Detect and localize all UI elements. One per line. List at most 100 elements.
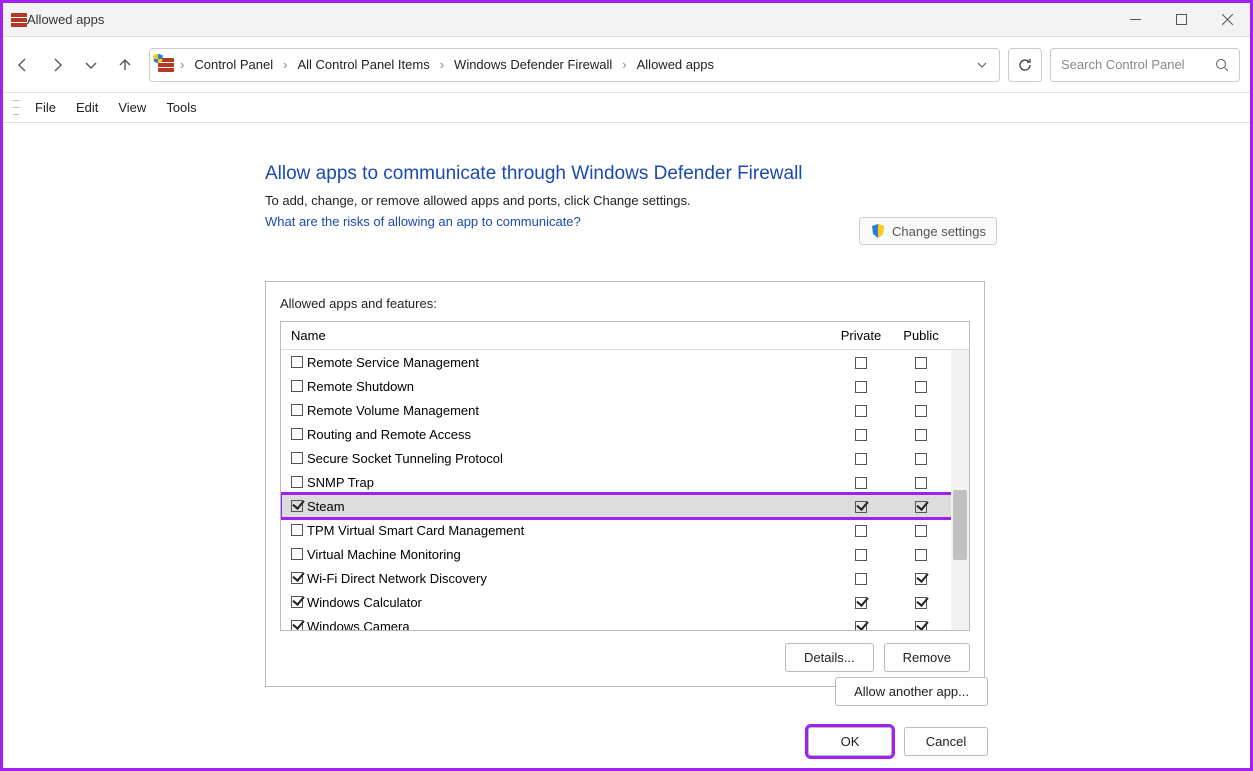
scrollbar[interactable] — [951, 350, 969, 630]
enable-checkbox[interactable] — [291, 548, 303, 560]
back-button[interactable] — [7, 49, 39, 81]
search-input[interactable]: Search Control Panel — [1050, 48, 1240, 82]
table-row[interactable]: Steam — [281, 494, 969, 518]
table-row[interactable]: Virtual Machine Monitoring — [281, 542, 969, 566]
private-checkbox[interactable] — [855, 405, 867, 417]
breadcrumb-icon — [158, 58, 174, 72]
column-public[interactable]: Public — [891, 328, 951, 343]
private-checkbox[interactable] — [855, 357, 867, 369]
public-checkbox[interactable] — [915, 549, 927, 561]
window-controls — [1112, 3, 1250, 36]
row-name: Remote Volume Management — [307, 403, 831, 418]
menu-bar: File Edit View Tools — [3, 93, 1250, 123]
chevron-down-icon[interactable] — [973, 59, 991, 71]
ok-button[interactable]: OK — [808, 727, 892, 756]
public-checkbox[interactable] — [915, 381, 927, 393]
allow-another-button[interactable]: Allow another app... — [835, 677, 988, 706]
public-checkbox[interactable] — [915, 525, 927, 537]
column-private[interactable]: Private — [831, 328, 891, 343]
private-checkbox[interactable] — [855, 597, 867, 609]
row-name: Windows Camera — [307, 619, 831, 631]
maximize-button[interactable] — [1158, 3, 1204, 36]
menu-view[interactable]: View — [110, 98, 154, 117]
navigation-bar: › Control Panel › All Control Panel Item… — [3, 37, 1250, 93]
details-button[interactable]: Details... — [785, 643, 874, 672]
enable-checkbox[interactable] — [291, 620, 303, 630]
enable-checkbox[interactable] — [291, 404, 303, 416]
table-row[interactable]: Remote Service Management — [281, 350, 969, 374]
private-checkbox[interactable] — [855, 429, 867, 441]
menu-file[interactable]: File — [27, 98, 64, 117]
row-name: Wi-Fi Direct Network Discovery — [307, 571, 831, 586]
enable-checkbox[interactable] — [291, 476, 303, 488]
refresh-button[interactable] — [1008, 48, 1042, 82]
public-checkbox[interactable] — [915, 573, 927, 585]
table-row[interactable]: Wi-Fi Direct Network Discovery — [281, 566, 969, 590]
groupbox-buttons: Details... Remove — [280, 643, 970, 672]
row-name: Routing and Remote Access — [307, 427, 831, 442]
public-checkbox[interactable] — [915, 429, 927, 441]
breadcrumb-item[interactable]: All Control Panel Items — [293, 55, 433, 74]
private-checkbox[interactable] — [855, 477, 867, 489]
table-row[interactable]: Secure Socket Tunneling Protocol — [281, 446, 969, 470]
list-header: Name Private Public — [281, 322, 969, 350]
row-name: Virtual Machine Monitoring — [307, 547, 831, 562]
public-checkbox[interactable] — [915, 453, 927, 465]
table-row[interactable]: TPM Virtual Smart Card Management — [281, 518, 969, 542]
enable-checkbox[interactable] — [291, 500, 303, 512]
table-row[interactable]: Remote Shutdown — [281, 374, 969, 398]
allowed-apps-groupbox: Allowed apps and features: Name Private … — [265, 281, 985, 687]
breadcrumb[interactable]: › Control Panel › All Control Panel Item… — [149, 48, 1000, 82]
menu-edit[interactable]: Edit — [68, 98, 106, 117]
close-button[interactable] — [1204, 3, 1250, 36]
scroll-thumb[interactable] — [953, 490, 967, 560]
minimize-button[interactable] — [1112, 3, 1158, 36]
menu-tools[interactable]: Tools — [158, 98, 204, 117]
row-name: Remote Shutdown — [307, 379, 831, 394]
firewall-icon — [11, 13, 27, 27]
private-checkbox[interactable] — [855, 453, 867, 465]
column-name[interactable]: Name — [281, 328, 831, 343]
private-checkbox[interactable] — [855, 525, 867, 537]
row-name: Secure Socket Tunneling Protocol — [307, 451, 831, 466]
private-checkbox[interactable] — [855, 573, 867, 585]
enable-checkbox[interactable] — [291, 356, 303, 368]
allow-another-row: Allow another app... — [835, 677, 988, 706]
grip-icon — [13, 98, 19, 118]
public-checkbox[interactable] — [915, 597, 927, 609]
remove-button[interactable]: Remove — [884, 643, 970, 672]
breadcrumb-item[interactable]: Control Panel — [190, 55, 277, 74]
up-button[interactable] — [109, 49, 141, 81]
row-name: Windows Calculator — [307, 595, 831, 610]
private-checkbox[interactable] — [855, 549, 867, 561]
table-row[interactable]: SNMP Trap — [281, 470, 969, 494]
enable-checkbox[interactable] — [291, 428, 303, 440]
table-row[interactable]: Windows Camera — [281, 614, 969, 630]
private-checkbox[interactable] — [855, 501, 867, 513]
public-checkbox[interactable] — [915, 501, 927, 513]
list-body: Remote Service Management Remote Shutdown… — [281, 350, 969, 630]
shield-icon — [870, 223, 886, 239]
enable-checkbox[interactable] — [291, 572, 303, 584]
public-checkbox[interactable] — [915, 621, 927, 630]
public-checkbox[interactable] — [915, 405, 927, 417]
enable-checkbox[interactable] — [291, 596, 303, 608]
table-row[interactable]: Routing and Remote Access — [281, 422, 969, 446]
table-row[interactable]: Windows Calculator — [281, 590, 969, 614]
breadcrumb-item[interactable]: Allowed apps — [633, 55, 718, 74]
forward-button[interactable] — [41, 49, 73, 81]
cancel-button[interactable]: Cancel — [904, 727, 988, 756]
enable-checkbox[interactable] — [291, 524, 303, 536]
breadcrumb-item[interactable]: Windows Defender Firewall — [450, 55, 616, 74]
private-checkbox[interactable] — [855, 381, 867, 393]
private-checkbox[interactable] — [855, 621, 867, 630]
enable-checkbox[interactable] — [291, 380, 303, 392]
recent-dropdown[interactable] — [75, 49, 107, 81]
change-settings-button[interactable]: Change settings — [859, 217, 997, 245]
chevron-right-icon: › — [622, 57, 626, 72]
public-checkbox[interactable] — [915, 357, 927, 369]
public-checkbox[interactable] — [915, 477, 927, 489]
chevron-right-icon: › — [440, 57, 444, 72]
enable-checkbox[interactable] — [291, 452, 303, 464]
table-row[interactable]: Remote Volume Management — [281, 398, 969, 422]
